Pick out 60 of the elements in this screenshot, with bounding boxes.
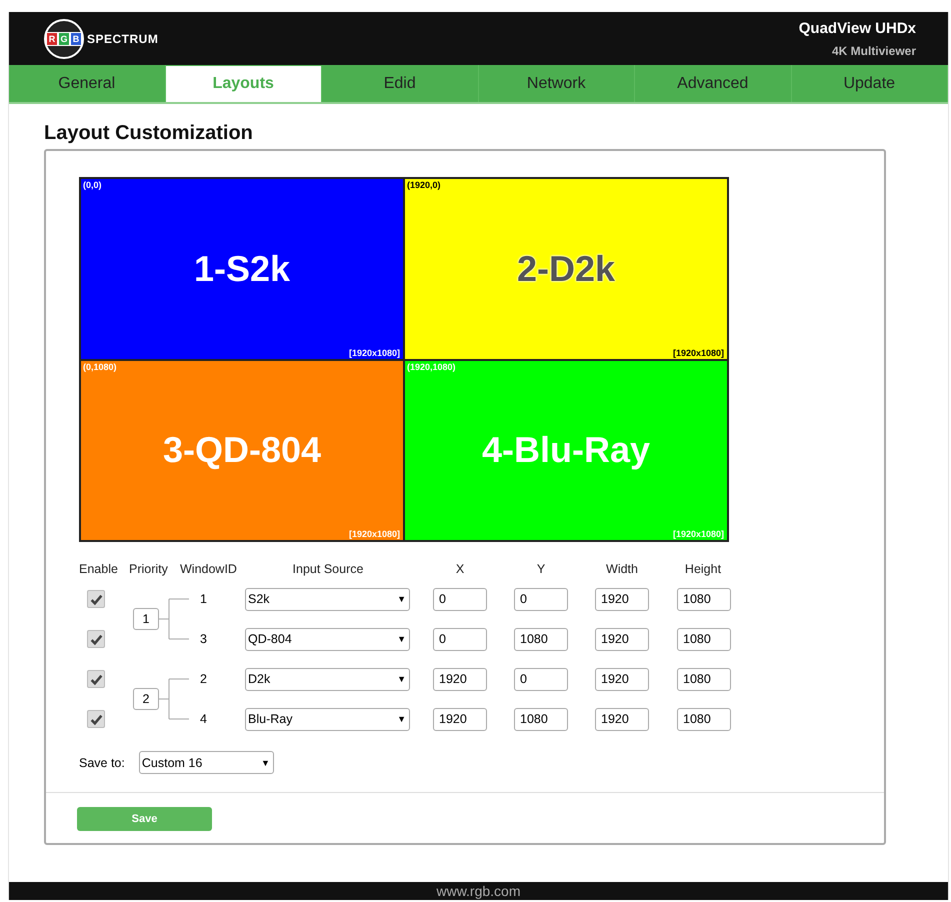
width-field[interactable]: 1920 xyxy=(595,628,649,650)
product-name: QuadView UHDx xyxy=(798,20,916,36)
source-dropdown[interactable]: Blu-Ray ▼ xyxy=(245,708,410,730)
window-origin: (0,1080) xyxy=(83,362,117,372)
layout-window[interactable]: (1920,0) 2-D2k [1920x1080] xyxy=(404,178,728,360)
column-header: Height xyxy=(684,562,722,578)
window-label: 4-Blu-Ray xyxy=(482,429,650,472)
height-field[interactable]: 1080 xyxy=(677,708,731,730)
y-field[interactable]: 0 xyxy=(514,588,568,610)
width-field[interactable]: 1920 xyxy=(595,708,649,730)
y-field[interactable]: 1080 xyxy=(514,628,568,650)
window-size: [1920x1080] xyxy=(672,529,724,539)
window-id: 4 xyxy=(200,712,207,726)
priority-field[interactable]: 1 xyxy=(133,608,159,630)
column-header: Enable xyxy=(79,562,119,578)
column-header: Y xyxy=(536,562,546,578)
window-id: 2 xyxy=(200,672,207,686)
window-size: [1920x1080] xyxy=(348,529,400,539)
page-title: Layout Customization xyxy=(44,122,254,145)
y-field[interactable]: 1080 xyxy=(514,708,568,730)
height-field[interactable]: 1080 xyxy=(677,588,731,610)
enable-checkbox[interactable] xyxy=(87,670,105,688)
source-dropdown[interactable]: S2k ▼ xyxy=(245,588,410,610)
product-subtitle: 4K Multiviewer xyxy=(832,44,916,58)
logo-wordmark: SPECTRUM xyxy=(87,32,158,46)
width-field[interactable]: 1920 xyxy=(595,588,649,610)
window-size: [1920x1080] xyxy=(672,348,724,358)
column-header: X xyxy=(454,562,466,578)
enable-checkbox[interactable] xyxy=(87,710,105,728)
x-field[interactable]: 1920 xyxy=(433,708,487,730)
column-header: Input Source xyxy=(292,562,364,578)
window-id: 3 xyxy=(200,632,207,646)
save-to-dropdown[interactable]: Custom 16 ▼ xyxy=(138,751,274,774)
footer-link[interactable]: www.rgb.com xyxy=(436,883,521,899)
window-label: 2-D2k xyxy=(516,248,616,290)
window-origin: (0,0) xyxy=(83,180,102,190)
height-field[interactable]: 1080 xyxy=(677,628,731,650)
enable-checkbox[interactable] xyxy=(87,590,105,608)
width-field[interactable]: 1920 xyxy=(595,668,649,690)
window-id: 1 xyxy=(200,592,207,606)
priority-field[interactable]: 2 xyxy=(133,688,159,710)
x-field[interactable]: 0 xyxy=(433,628,487,650)
y-field[interactable]: 0 xyxy=(514,668,568,690)
layout-window[interactable]: (0,0) 1-S2k [1920x1080] xyxy=(80,178,404,360)
height-field[interactable]: 1080 xyxy=(677,668,731,690)
window-size: [1920x1080] xyxy=(348,348,400,358)
source-dropdown[interactable]: QD-804 ▼ xyxy=(245,628,410,650)
window-origin: (1920,0) xyxy=(407,180,441,190)
x-field[interactable]: 1920 xyxy=(433,668,487,690)
column-header: WindowID xyxy=(180,562,238,578)
source-dropdown[interactable]: D2k ▼ xyxy=(245,668,410,690)
x-field[interactable]: 0 xyxy=(433,588,487,610)
window-label: 3-QD-804 xyxy=(162,429,322,472)
column-header: Width xyxy=(605,562,639,578)
logo-badge: R G B xyxy=(44,18,84,58)
enable-checkbox[interactable] xyxy=(87,630,105,648)
window-origin: (1920,1080) xyxy=(407,362,456,372)
save-to-label: Save to: xyxy=(79,756,125,770)
column-header: Priority xyxy=(129,562,169,578)
window-label: 1-S2k xyxy=(194,248,290,290)
